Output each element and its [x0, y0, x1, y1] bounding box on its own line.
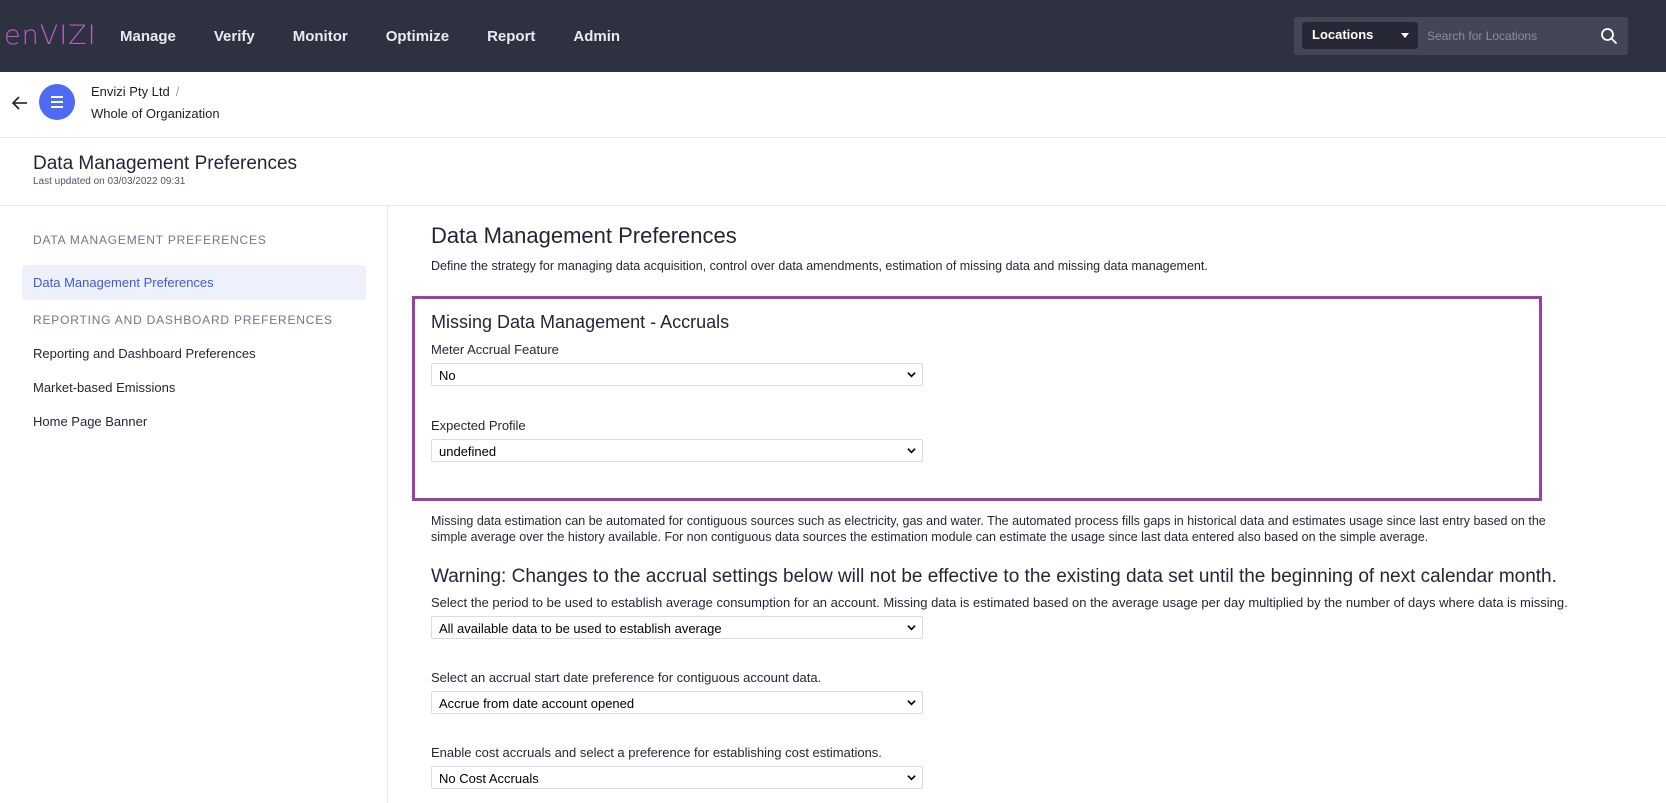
accrual-start-select[interactable]: Accrue from date account opened	[431, 691, 923, 714]
envizi-logo[interactable]: enVIZI	[4, 20, 97, 51]
expected-profile-label: Expected Profile	[431, 418, 526, 433]
org-menu-icon[interactable]	[39, 84, 75, 120]
chevron-down-icon	[907, 700, 916, 706]
section-description: Define the strategy for managing data ac…	[431, 259, 1208, 273]
cost-accrual-label: Enable cost accruals and select a prefer…	[431, 745, 882, 760]
breadcrumb-org-label[interactable]: Envizi Pty Ltd	[91, 84, 170, 99]
meter-accrual-value: No	[439, 368, 456, 383]
nav-monitor[interactable]: Monitor	[293, 28, 348, 45]
average-period-value: All available data to be used to establi…	[439, 621, 722, 636]
caret-down-icon	[1401, 33, 1409, 38]
nav-verify[interactable]: Verify	[214, 28, 255, 45]
cost-accrual-select[interactable]: No Cost Accruals	[431, 766, 923, 789]
accrual-start-value: Accrue from date account opened	[439, 696, 635, 711]
sidebar-item-label: Data Management Preferences	[33, 275, 214, 290]
chevron-down-icon	[907, 448, 916, 454]
search-scope-label: Locations	[1312, 27, 1374, 42]
sidebar-item-reporting-dashboard[interactable]: Reporting and Dashboard Preferences	[33, 346, 256, 361]
breadcrumb-location[interactable]: Whole of Organization	[91, 106, 220, 121]
breadcrumb-org[interactable]: Envizi Pty Ltd /	[91, 84, 179, 99]
average-period-select[interactable]: All available data to be used to establi…	[431, 616, 923, 639]
nav-optimize[interactable]: Optimize	[386, 28, 449, 45]
nav-admin[interactable]: Admin	[573, 28, 620, 45]
sidebar-heading-data-management: DATA MANAGEMENT PREFERENCES	[33, 233, 267, 247]
main-nav: Manage Verify Monitor Optimize Report Ad…	[120, 0, 658, 72]
sidebar-item-market-based-emissions[interactable]: Market-based Emissions	[33, 380, 175, 395]
search-input[interactable]	[1427, 21, 1597, 51]
meter-accrual-select[interactable]: No	[431, 363, 923, 386]
page-title: Data Management Preferences	[33, 153, 298, 174]
search-scope-select[interactable]: Locations	[1302, 22, 1418, 49]
search-icon[interactable]	[1600, 27, 1618, 45]
nav-report[interactable]: Report	[487, 28, 535, 45]
meter-accrual-label: Meter Accrual Feature	[431, 342, 559, 357]
sidebar-heading-reporting: REPORTING AND DASHBOARD PREFERENCES	[33, 313, 333, 327]
nav-manage[interactable]: Manage	[120, 28, 176, 45]
expected-profile-value: undefined	[439, 444, 497, 459]
last-updated-text: Last updated on 03/03/2022 09:31	[33, 176, 186, 187]
section-title: Data Management Preferences	[431, 223, 737, 248]
chevron-down-icon	[907, 625, 916, 631]
chevron-down-icon	[907, 775, 916, 781]
accrual-start-label: Select an accrual start date preference …	[431, 670, 822, 685]
average-period-label: Select the period to be used to establis…	[431, 595, 1568, 610]
accrual-warning: Warning: Changes to the accrual settings…	[431, 566, 1557, 587]
breadcrumb-bar	[0, 72, 1666, 138]
estimation-description: Missing data estimation can be automated…	[431, 514, 1546, 544]
top-nav-bar: enVIZI Manage Verify Monitor Optimize Re…	[0, 0, 1666, 72]
cost-accrual-value: No Cost Accruals	[439, 771, 539, 786]
sidebar-item-data-management-preferences[interactable]: Data Management Preferences	[22, 265, 366, 300]
expected-profile-select[interactable]: undefined	[431, 439, 923, 462]
accruals-title: Missing Data Management - Accruals	[431, 312, 730, 332]
back-arrow-icon[interactable]	[11, 94, 29, 112]
chevron-down-icon	[907, 372, 916, 378]
sidebar-item-home-page-banner[interactable]: Home Page Banner	[33, 414, 147, 429]
breadcrumb-separator: /	[175, 84, 180, 99]
location-search: Locations	[1294, 17, 1628, 55]
